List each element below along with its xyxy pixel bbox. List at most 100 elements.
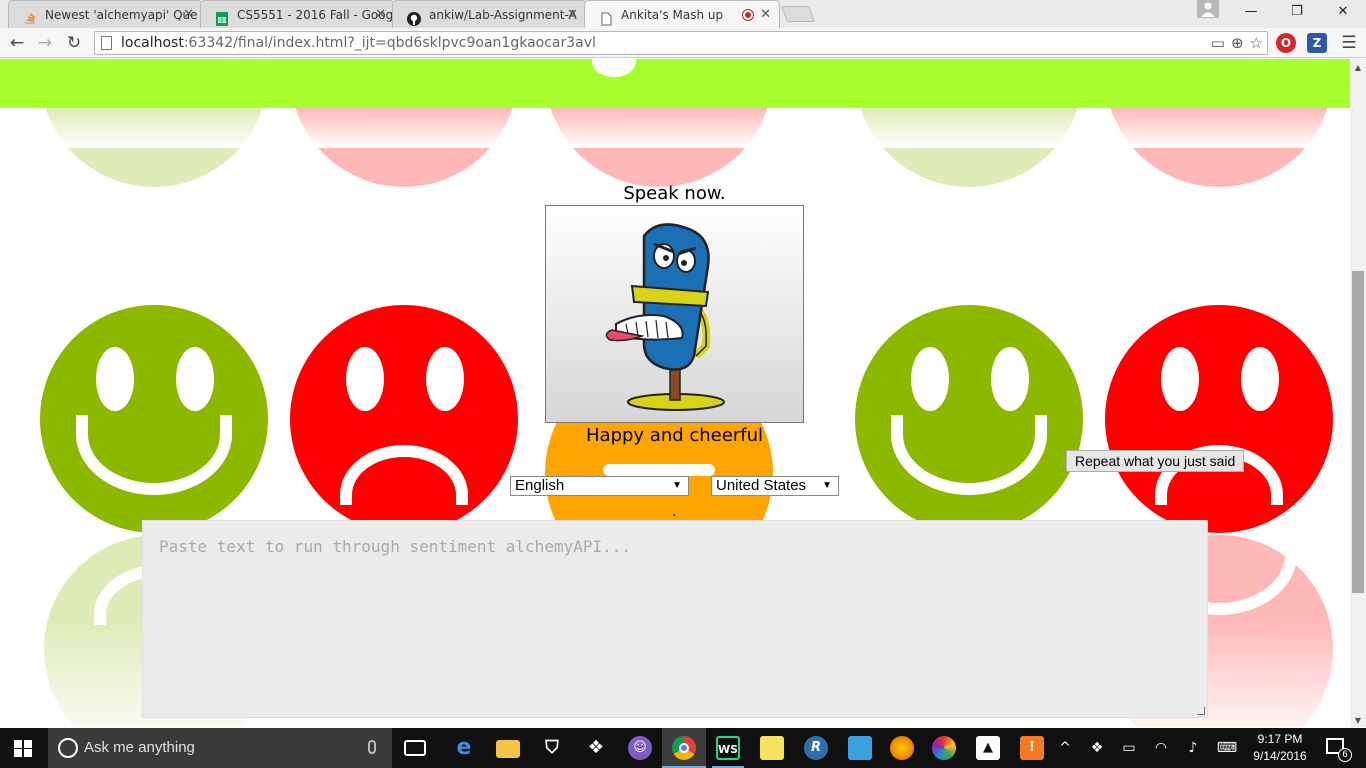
menu-icon[interactable]: ☰ [1338,32,1360,54]
page-icon [599,8,613,26]
zotero-extension-icon[interactable]: Z [1307,33,1327,53]
language-select-value: English [515,477,565,494]
webstorm-icon[interactable]: WS [716,736,740,760]
happy-face-icon [40,305,268,533]
scroll-down-icon[interactable]: ▼ [1350,716,1366,725]
keyboard-icon[interactable]: ⌨ [1214,728,1240,768]
dialect-select-value: United States [716,477,807,494]
tab-newest-alchemyapi[interactable]: Newest 'alchemyapi' Que ✕ [8,0,203,28]
volume-icon[interactable]: ♪ [1182,728,1204,768]
picasa-icon[interactable] [932,736,956,760]
battery-icon[interactable]: ▭ [1118,728,1140,768]
language-select[interactable]: English ▼ [510,476,689,496]
tab-ankitas-mashup[interactable]: Ankita's Mash up ✕ [584,0,780,28]
warning-badge-icon[interactable]: ! [1020,736,1044,760]
camera-blocked-icon[interactable]: ▭ [1211,34,1225,52]
recording-icon [743,10,753,20]
restore-icon[interactable]: ❐ [1274,0,1320,24]
vertical-scrollbar[interactable]: ▲ ▼ [1350,59,1366,727]
eye [346,347,384,411]
tab-title: ankiw/Lab-Assignment-A [429,8,577,22]
chrome-icon[interactable] [672,736,696,760]
eye [911,347,949,411]
repeat-button[interactable]: Repeat what you just said [1066,450,1245,472]
header-bar-overlay [0,59,1350,108]
tab-title: Newest 'alchemyapi' Que [45,8,198,22]
task-view-icon[interactable] [404,740,426,756]
scrollbar-thumb[interactable] [1352,271,1364,593]
microphone-button[interactable] [545,205,804,423]
eye [1241,347,1279,411]
header-knob [592,59,636,77]
show-hidden-icons[interactable]: ^ [1054,728,1076,768]
resize-grip-icon[interactable] [1197,707,1205,715]
microphone-icon[interactable] [368,740,376,754]
sentiment-textarea[interactable]: Paste text to run through sentiment alch… [142,520,1208,718]
firefox-icon[interactable] [890,736,914,760]
fade-overlay [0,108,1350,148]
address-bar[interactable]: localhost:63342/final/index.html?_ijt=qb… [94,31,1268,55]
url-host: localhost [121,35,184,51]
user-profile-icon[interactable] [1197,0,1219,18]
photos-icon[interactable]: ▲ [976,736,1000,760]
stackoverflow-icon [23,8,37,24]
close-tab-icon[interactable]: ✕ [183,1,194,28]
zoom-icon[interactable]: ⊕ [1231,34,1244,52]
speak-now-label: Speak now. [623,183,726,204]
file-explorer-icon[interactable] [496,740,520,758]
clock[interactable]: 9:17 PM 9/14/2016 [1246,731,1314,765]
search-placeholder: Ask me anything [84,739,195,756]
wifi-icon[interactable]: ◠ [1150,728,1172,768]
dialect-select[interactable]: United States ▼ [711,476,839,496]
textarea-placeholder: Paste text to run through sentiment alch… [159,537,632,556]
back-arrow-icon[interactable]: ← [6,32,28,54]
url-path: :63342/final/index.html?_ijt=qbd6sklpvc9… [183,35,596,51]
tab-cs5551-sheet[interactable]: CS5551 - 2016 Fall - Goog ✕ [200,0,395,28]
url-text[interactable]: localhost:63342/final/index.html?_ijt=qb… [121,32,596,55]
notification-count: 6 [1338,748,1352,762]
store-icon[interactable]: ⛉ [540,736,564,760]
scroll-up-icon[interactable]: ▲ [1350,63,1366,72]
purple-app-icon[interactable]: ☺ [628,736,652,760]
clock-time: 9:17 PM [1257,732,1303,746]
tab-strip: Newest 'alchemyapi' Que ✕ CS5551 - 2016 … [0,0,1366,28]
app-icon[interactable] [848,736,872,760]
close-tab-icon[interactable]: ✕ [375,1,386,28]
smile [891,415,1047,495]
page-viewport: Speak now. Happy and cheerful English ▼ … [0,59,1350,727]
page-info-icon[interactable] [101,36,112,50]
eye [991,347,1029,411]
tab-github-lab[interactable]: ankiw/Lab-Assignment-A ✕ [392,0,587,28]
windows-start-icon[interactable] [14,740,32,757]
tab-title: Ankita's Mash up [621,8,724,22]
forward-arrow-icon[interactable]: → [34,32,56,54]
frown [340,445,468,505]
cortana-icon [58,738,78,758]
dropbox-icon[interactable]: ❖ [584,736,608,760]
close-window-icon[interactable]: ✕ [1320,0,1366,24]
r-icon[interactable]: R [804,736,828,760]
cortana-search[interactable]: Ask me anything [48,728,392,768]
edge-icon[interactable]: e [452,736,476,760]
status-dot: . [672,504,677,520]
close-tab-icon[interactable]: ✕ [760,1,771,28]
eye [176,347,214,411]
action-center-icon[interactable]: 6 [1326,738,1352,762]
smile [76,415,232,495]
opera-extension-icon[interactable]: O [1276,33,1296,53]
dropdown-arrow-icon: ▼ [822,480,832,491]
dropdown-arrow-icon: ▼ [672,480,682,491]
happy-face-icon [855,305,1083,533]
tab-title: CS5551 - 2016 Fall - Goog [237,8,394,22]
dropbox-tray-icon[interactable]: ❖ [1086,728,1108,768]
reload-icon[interactable]: ↻ [63,32,85,54]
eye [1161,347,1199,411]
new-tab-button[interactable] [781,6,815,22]
clock-date: 9/14/2016 [1253,749,1307,763]
taskbar: Ask me anything e ⛉ ❖ ☺ WS R ▲ ! ^ ❖ ▭ ◠… [0,728,1366,768]
sad-face-icon [290,305,518,533]
close-tab-icon[interactable]: ✕ [567,1,578,28]
bookmark-star-icon[interactable]: ☆ [1250,34,1263,52]
sticky-notes-icon[interactable] [760,736,784,760]
minimize-icon[interactable]: — [1228,0,1274,24]
